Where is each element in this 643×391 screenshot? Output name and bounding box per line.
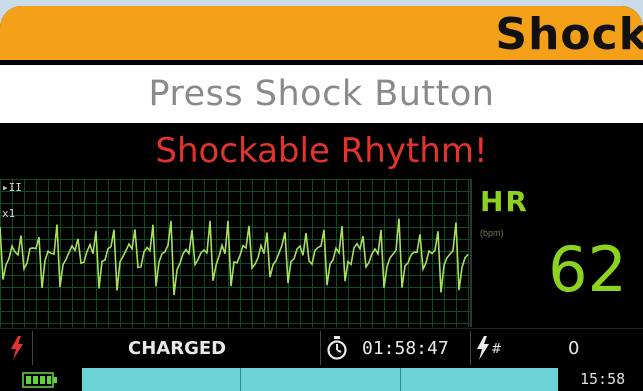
shock-icon [10, 329, 24, 367]
ecg-waveform-panel: ▸II x1 [0, 179, 472, 327]
charge-status: CHARGED [128, 337, 227, 359]
ecg-trace [0, 218, 469, 296]
battery-icon [22, 372, 58, 391]
timer-icon [326, 329, 348, 367]
defibrillator-screen: Shock Press Shock Button Shockable Rhyth… [0, 6, 643, 391]
lead-marker-icon: ▸ [2, 181, 9, 194]
heart-rate-panel: HR (bpm) 62 [472, 179, 643, 327]
clock-time: 15:58 [580, 370, 626, 388]
alarm-bar: Shockable Rhythm! [0, 126, 643, 176]
footer-bar: 15:58 [0, 366, 643, 391]
soft-key-divider [240, 368, 241, 391]
svg-text:#: # [491, 342, 502, 357]
shock-count: 0 [568, 337, 580, 359]
hr-unit: (bpm) [480, 228, 504, 238]
rhythm-alarm: Shockable Rhythm! [155, 131, 488, 171]
status-divider [470, 331, 471, 365]
ecg-lead-label: ▸II [2, 181, 22, 194]
status-bar: CHARGED 01:58:47 # 0 [0, 328, 643, 367]
hr-value: 62 [548, 233, 627, 306]
soft-key-bar [82, 368, 558, 391]
prompt-bar: Press Shock Button [0, 65, 643, 123]
elapsed-time: 01:58:47 [362, 337, 449, 359]
status-divider [320, 331, 321, 365]
hr-label: HR [480, 185, 529, 218]
status-divider [32, 331, 33, 365]
ecg-lead-value: II [8, 181, 22, 194]
mode-banner: Shock [0, 6, 643, 60]
voice-prompt: Press Shock Button [148, 74, 495, 114]
mode-title: Shock [495, 9, 643, 60]
ecg-gain-label: x1 [2, 207, 16, 220]
ecg-trace-plot [0, 218, 469, 296]
soft-key-divider [400, 368, 401, 391]
shock-count-icon: # [476, 329, 506, 367]
